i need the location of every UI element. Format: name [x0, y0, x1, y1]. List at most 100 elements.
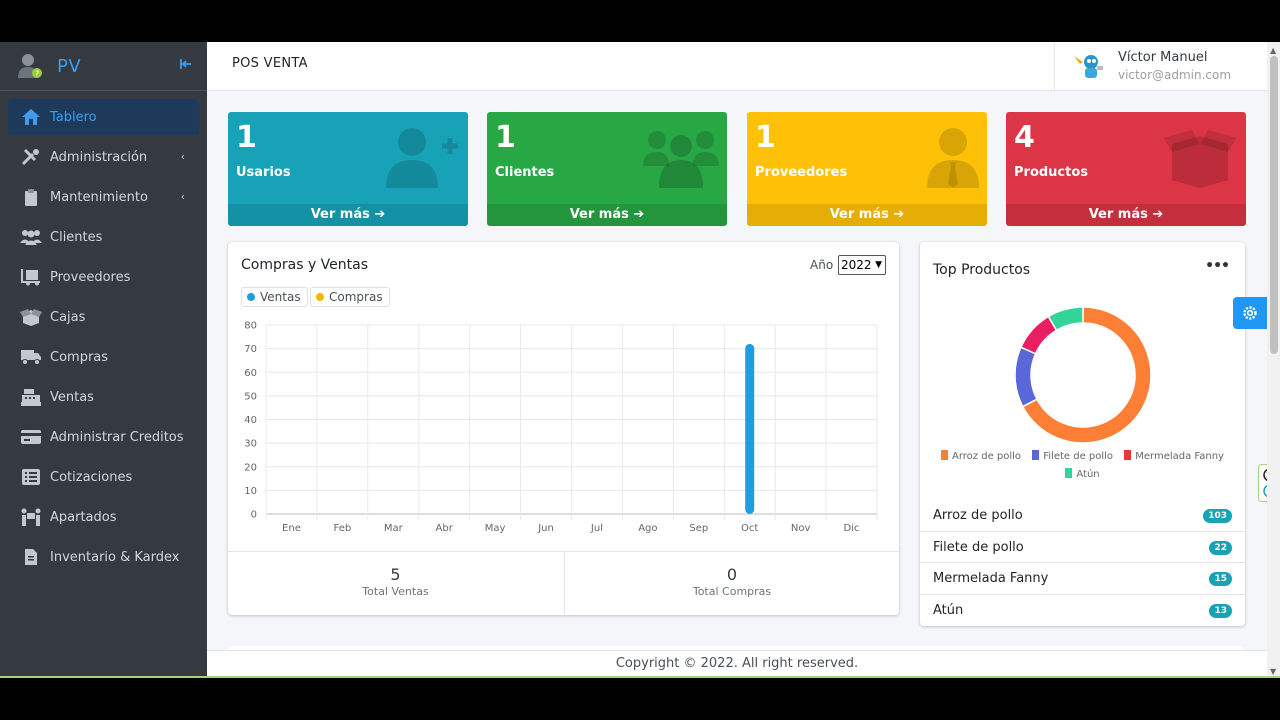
productos-info-box: 4 Productos Ver más ➔: [1006, 112, 1246, 226]
donut-slice-1[interactable]: [1014, 346, 1038, 408]
list-alt-icon: [20, 467, 42, 487]
y-tick-label: 30: [244, 439, 257, 450]
ver-mas-link[interactable]: Ver más ➔: [747, 204, 987, 226]
x-tick-label: Jun: [537, 523, 554, 534]
ver-mas-link[interactable]: Ver más ➔: [228, 204, 468, 226]
sidebar-item-mantenimiento[interactable]: Mantenimiento ‹: [8, 179, 199, 215]
collapse-sidebar-icon[interactable]: [179, 57, 193, 75]
info-box-value: 1: [495, 120, 516, 155]
x-tick-label: May: [485, 523, 506, 534]
people-carry-icon: [20, 507, 42, 527]
brand[interactable]: ? PV: [0, 42, 207, 91]
sidebar-item-cajas[interactable]: Cajas: [8, 299, 199, 335]
sidebar-item-tablero[interactable]: Tablero: [8, 99, 199, 135]
sidebar-item-label: Proveedores: [50, 269, 131, 285]
user-name: Víctor Manuel: [1118, 50, 1208, 65]
arrow-circle-right-icon: ➔: [893, 207, 905, 222]
sidebar-item-label: Administrar Creditos: [50, 429, 184, 445]
legend-label: Mermelada Fanny: [1135, 451, 1224, 462]
x-tick-label: Oct: [741, 523, 758, 534]
list-item[interactable]: Atún 13: [920, 595, 1245, 627]
sidebar-item-label: Mantenimiento: [50, 189, 148, 205]
y-tick-label: 60: [244, 368, 257, 379]
user-email: victor@admin.com: [1118, 68, 1232, 82]
user-menu[interactable]: Víctor Manuel victor@admin.com: [1054, 42, 1267, 91]
top-navbar: POS VENTA Víctor Manuel victor@admin.com: [207, 42, 1267, 91]
y-tick-label: 10: [244, 486, 257, 497]
info-box-label: Usarios: [236, 165, 291, 180]
sidebar-item-clientes[interactable]: Clientes: [8, 219, 199, 255]
product-name: Filete de pollo: [933, 539, 1024, 555]
scroll-down-icon[interactable]: ▼: [1270, 667, 1276, 676]
compras-ventas-card: Compras y Ventas Año 2022 ▼ Ventas Compr…: [228, 242, 899, 616]
clipboard-icon: [20, 187, 42, 207]
list-item[interactable]: Mermelada Fanny 15: [920, 563, 1245, 595]
sidebar-item-administrar-creditos[interactable]: Administrar Creditos: [8, 419, 199, 455]
more-options-icon[interactable]: •••: [1205, 258, 1230, 274]
x-tick-label: Mar: [384, 523, 404, 534]
users-icon: [20, 227, 42, 247]
sidebar-item-inventario-kardex[interactable]: Inventario & Kardex: [8, 539, 199, 575]
scroll-thumb[interactable]: [1270, 56, 1278, 354]
ver-mas-label: Ver más: [569, 207, 629, 222]
user-plus-icon: [384, 126, 458, 190]
card-title: Top Productos: [933, 262, 1031, 278]
x-tick-label: Abr: [436, 523, 454, 534]
x-tick-label: Ago: [638, 523, 657, 534]
total-ventas: 5 Total Ventas: [228, 552, 563, 616]
scrollbar[interactable]: ▲ ▼: [1267, 42, 1280, 678]
count-badge: 15: [1209, 572, 1232, 586]
y-tick-label: 50: [244, 391, 257, 402]
brand-name: PV: [57, 55, 82, 77]
svg-text:?: ?: [35, 70, 39, 79]
page-title: POS VENTA: [232, 56, 308, 71]
year-label: Año: [810, 258, 834, 272]
bar-chart: 0 10 20 30 40 50 60 70 80 Ene Feb Mar Abr May Jun Jul Ag…: [244, 321, 878, 534]
product-list: Arroz de pollo 103 Filete de pollo 22 Me…: [920, 500, 1245, 626]
year-select[interactable]: 2022 ▼: [838, 255, 886, 275]
cash-register-icon: [20, 387, 42, 407]
sidebar-item-compras[interactable]: Compras: [8, 339, 199, 375]
app-window: ? PV Tablero Administración ‹ Mantenimie…: [0, 42, 1280, 678]
ver-mas-link[interactable]: Ver más ➔: [487, 204, 727, 226]
sidebar-item-label: Ventas: [50, 389, 94, 405]
sidebar-item-label: Administración: [50, 149, 148, 165]
legend-dot: [247, 293, 255, 301]
legend-item[interactable]: Filete de pollo: [1032, 448, 1113, 466]
sidebar-item-label: Compras: [50, 349, 109, 365]
sidebar-item-administracion[interactable]: Administración ‹: [8, 139, 199, 175]
legend-swatch: [1032, 450, 1040, 460]
ver-mas-link[interactable]: Ver más ➔: [1006, 204, 1246, 226]
list-item[interactable]: Filete de pollo 22: [920, 532, 1245, 563]
legend-item[interactable]: Atún: [1065, 466, 1100, 484]
box-open-icon: [1162, 126, 1236, 190]
scroll-up-icon[interactable]: ▲: [1270, 46, 1276, 55]
x-tick-label: Dic: [844, 523, 860, 534]
sidebar-item-apartados[interactable]: Apartados: [8, 499, 199, 535]
sidebar-item-cotizaciones[interactable]: Cotizaciones: [8, 459, 199, 495]
sidebar-item-proveedores[interactable]: Proveedores: [8, 259, 199, 295]
settings-button[interactable]: [1233, 297, 1267, 329]
list-item[interactable]: Arroz de pollo 103: [920, 500, 1245, 532]
legend-ventas[interactable]: Ventas: [241, 287, 308, 307]
sidebar-item-ventas[interactable]: Ventas: [8, 379, 199, 415]
y-tick-label: 70: [244, 344, 257, 355]
chevron-left-icon: ‹: [180, 150, 185, 163]
x-tick-label: Feb: [334, 523, 352, 534]
y-tick-label: 80: [244, 321, 257, 332]
credit-card-icon: [20, 427, 42, 447]
total-ventas-value: 5: [390, 565, 401, 584]
info-box-value: 1: [236, 120, 257, 155]
sidebar-item-label: Apartados: [50, 509, 117, 525]
copyright-text: Copyright © 2022. All right reserved.: [615, 656, 859, 671]
legend-item[interactable]: Arroz de pollo: [941, 448, 1021, 466]
info-box-value: 1: [755, 120, 776, 155]
sidebar-item-label: Cotizaciones: [50, 469, 133, 485]
legend-item[interactable]: Mermelada Fanny: [1124, 448, 1224, 466]
file-icon: [20, 547, 42, 567]
info-box-label: Clientes: [495, 165, 555, 180]
footer: Copyright © 2022. All right reserved.: [207, 650, 1267, 678]
y-tick-label: 20: [244, 462, 257, 473]
proveedores-info-box: 1 Proveedores Ver más ➔: [747, 112, 987, 226]
legend-compras[interactable]: Compras: [310, 287, 390, 307]
